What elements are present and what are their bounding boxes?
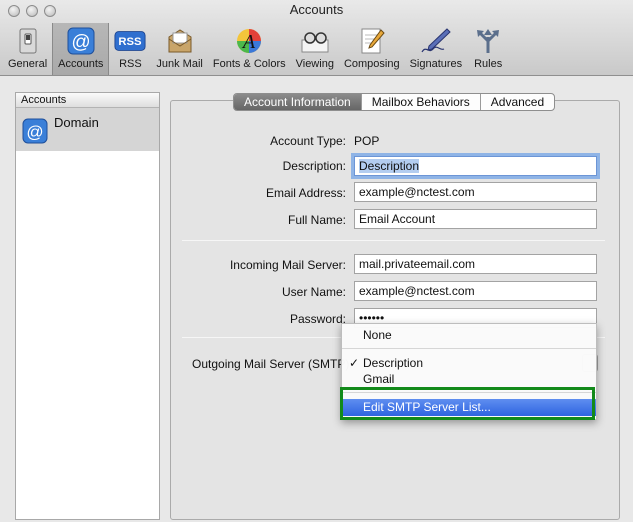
toolbar-label: Accounts (58, 58, 104, 70)
email-address-label: Email Address: (265, 186, 346, 200)
tab-mailbox-behaviors[interactable]: Mailbox Behaviors (362, 94, 481, 110)
tab-account-information[interactable]: Account Information (234, 94, 362, 110)
toolbar-label: Composing (343, 58, 400, 70)
incoming-server-field[interactable]: mail.privateemail.com (354, 254, 597, 274)
user-name-label: User Name: (281, 285, 346, 299)
composing-pencil-icon (356, 26, 388, 56)
password-label: Password: (289, 312, 346, 326)
window-toolbar: Accounts General @ Accounts RSS RSS Junk… (0, 0, 633, 76)
rss-icon: RSS (114, 26, 146, 56)
toolbar-rules[interactable]: Rules (467, 23, 509, 75)
email-address-field[interactable]: example@nctest.com (354, 182, 597, 202)
full-name-label: Full Name: (287, 213, 346, 227)
menu-item-none[interactable]: None (342, 327, 596, 343)
toolbar-viewing[interactable]: Viewing (291, 23, 339, 75)
account-type-value: POP (354, 134, 380, 148)
description-field[interactable]: Description (354, 156, 597, 176)
rss-badge-text: RSS (119, 36, 143, 48)
preferences-toolbar: General @ Accounts RSS RSS Junk Mail A F… (3, 23, 509, 75)
toolbar-signatures[interactable]: Signatures (405, 23, 468, 75)
toolbar-label: Fonts & Colors (212, 58, 286, 70)
menu-item-label: Gmail (363, 372, 395, 386)
toolbar-composing[interactable]: Composing (339, 23, 405, 75)
fonts-colors-icon: A (233, 26, 265, 56)
svg-text:@: @ (71, 32, 90, 53)
incoming-server-label: Incoming Mail Server: (229, 258, 346, 272)
sidebar-account-domain[interactable]: @ Domain (16, 108, 159, 151)
svg-text:@: @ (26, 123, 43, 142)
toolbar-label: General (8, 58, 48, 70)
viewing-glasses-icon (299, 26, 331, 56)
account-name: Domain (54, 115, 99, 130)
checkmark-icon: ✓ (349, 356, 360, 370)
menu-item-gmail[interactable]: Gmail (342, 371, 596, 387)
settings-tabs: Account Information Mailbox Behaviors Ad… (233, 93, 556, 111)
window-title: Accounts (289, 2, 344, 17)
sidebar-header: Accounts (16, 93, 159, 108)
toolbar-fonts-colors[interactable]: A Fonts & Colors (208, 23, 291, 75)
menu-item-edit-smtp-server-list[interactable]: Edit SMTP Server List... (342, 399, 596, 416)
signatures-pen-icon (420, 26, 452, 56)
tab-advanced[interactable]: Advanced (481, 94, 554, 110)
menu-item-label: None (363, 328, 392, 342)
fonts-glyph: A (241, 31, 256, 53)
user-name-field[interactable]: example@nctest.com (354, 281, 597, 301)
menu-item-label: Edit SMTP Server List... (363, 400, 491, 414)
junk-mail-icon (164, 26, 196, 56)
at-sign-icon: @ (65, 26, 97, 56)
toolbar-label: Signatures (409, 58, 463, 70)
accounts-sidebar: Accounts @ Domain (15, 92, 160, 520)
description-label: Description: (282, 159, 346, 173)
smtp-server-menu: None ✓ Description Gmail Edit SMTP Serve… (341, 323, 597, 420)
at-sign-icon: @ (22, 118, 48, 144)
menu-item-description[interactable]: ✓ Description (342, 355, 596, 371)
section-divider (182, 240, 605, 241)
toolbar-junk-mail[interactable]: Junk Mail (151, 23, 207, 75)
rules-arrows-icon (472, 26, 504, 56)
general-switch-icon (12, 26, 44, 56)
outgoing-server-label: Outgoing Mail Server (SMTP): (192, 357, 353, 371)
menu-separator (342, 392, 596, 393)
toolbar-accounts[interactable]: @ Accounts (52, 23, 110, 75)
toolbar-label: Rules (474, 58, 503, 70)
toolbar-label: RSS (119, 58, 142, 70)
menu-item-label: Description (363, 356, 424, 370)
toolbar-general[interactable]: General (3, 23, 52, 75)
toolbar-rss[interactable]: RSS RSS (109, 23, 151, 75)
menu-separator (342, 348, 596, 349)
toolbar-label: Junk Mail (156, 58, 203, 70)
account-type-label: Account Type: (270, 134, 346, 148)
toolbar-label: Viewing (295, 58, 334, 70)
description-selected-text: Description (359, 159, 420, 173)
full-name-field[interactable]: Email Account (354, 209, 597, 229)
